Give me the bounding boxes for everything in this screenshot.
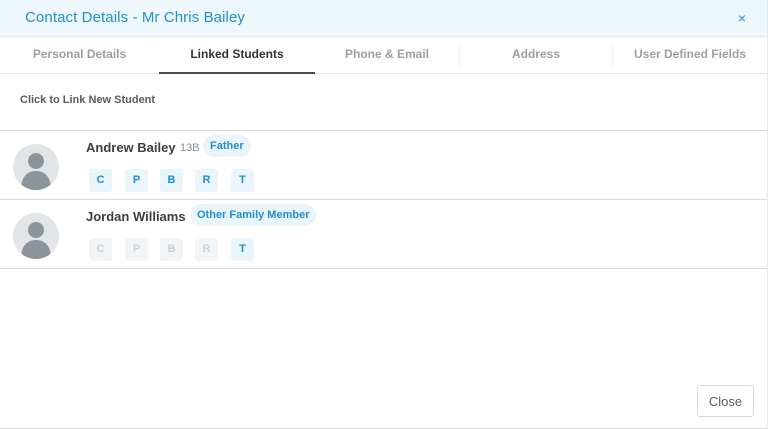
permission-b-toggle[interactable]: B [160,169,183,192]
dialog-title: Contact Details - Mr Chris Bailey [25,9,246,26]
avatar [13,213,59,259]
tab-personal-details[interactable]: Personal Details [0,37,159,73]
permission-t-toggle[interactable]: T [231,169,254,192]
contact-details-dialog: Contact Details - Mr Chris Bailey × Pers… [0,0,768,429]
avatar [13,144,59,190]
person-silhouette-icon [21,153,51,190]
permission-r-toggle[interactable]: R [195,238,218,261]
tab-user-defined-fields[interactable]: User Defined Fields [613,37,767,73]
close-button[interactable]: Close [697,385,754,417]
relationship-badge: Father [203,135,251,157]
student-name: Andrew Bailey [86,140,176,155]
link-new-student-button[interactable]: Click to Link New Student [20,94,155,106]
close-icon[interactable]: × [738,10,746,26]
relationship-badge: Other Family Member [190,204,317,226]
person-silhouette-icon [21,222,51,259]
permission-p-toggle[interactable]: P [125,169,148,192]
tab-phone-email[interactable]: Phone & Email [315,37,459,73]
permission-c-toggle[interactable]: C [89,169,112,192]
student-year: 13B [180,142,200,154]
permission-c-toggle[interactable]: C [89,238,112,261]
permission-t-toggle[interactable]: T [231,238,254,261]
permission-p-toggle[interactable]: P [125,238,148,261]
tab-linked-students[interactable]: Linked Students [159,37,315,74]
dialog-header: Contact Details - Mr Chris Bailey × [0,0,767,37]
tab-bar: Personal Details Linked Students Phone &… [0,37,767,74]
tab-address[interactable]: Address [460,37,612,73]
divider [0,268,767,269]
linked-student-row[interactable]: Jordan Williams Other Family Member C P … [0,200,767,268]
linked-student-row[interactable]: Andrew Bailey 13B Father C P B R T [0,131,767,199]
permission-r-toggle[interactable]: R [195,169,218,192]
permission-b-toggle[interactable]: B [160,238,183,261]
student-name: Jordan Williams [86,209,186,224]
